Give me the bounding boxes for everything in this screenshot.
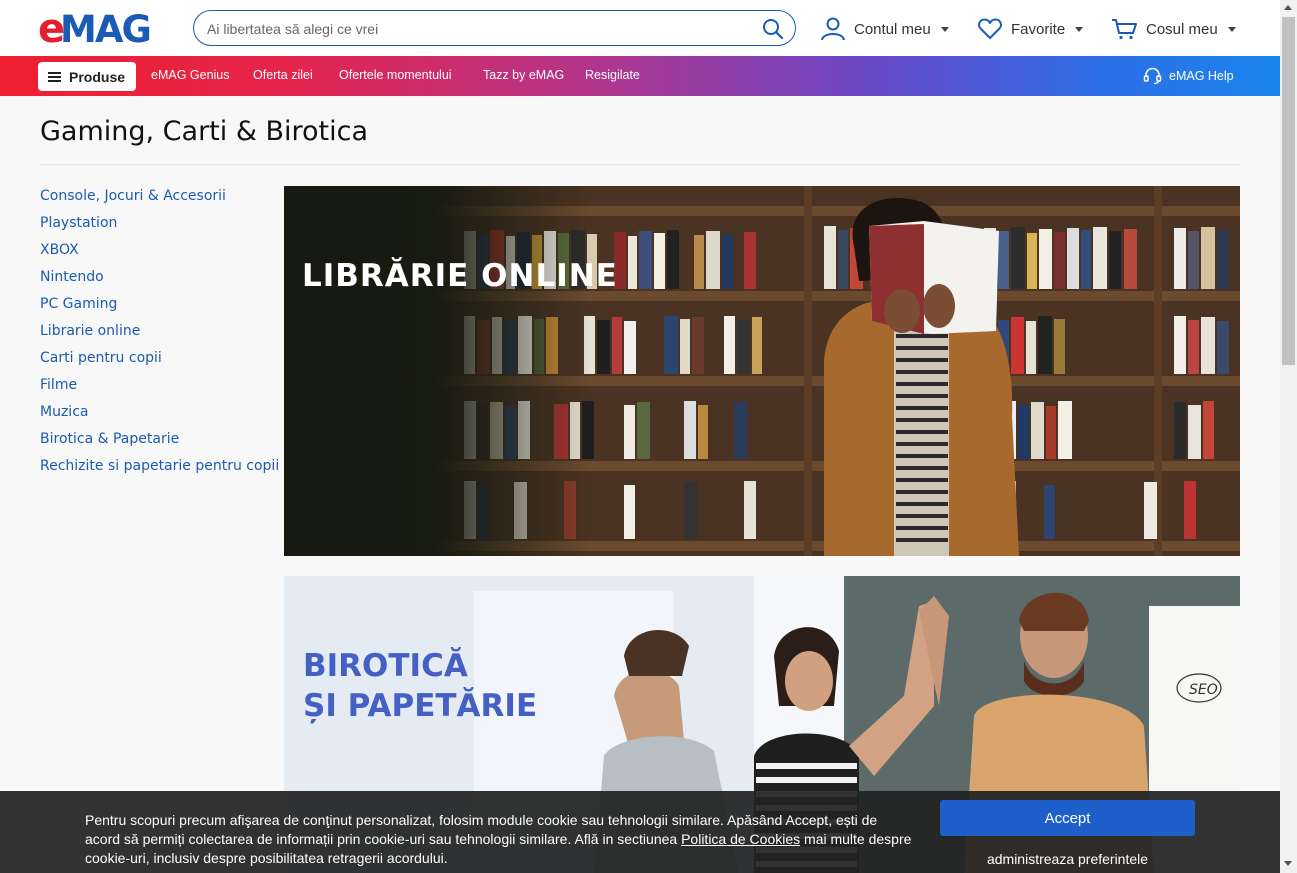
heart-icon	[978, 18, 1002, 39]
category-sidebar: Console, Jocuri & Accesorii Playstation …	[40, 186, 279, 483]
sidebar-item-carti-copii[interactable]: Carti pentru copii	[40, 348, 279, 375]
emag-logo[interactable]: e MAG	[38, 8, 174, 48]
sidebar-item-librarie-online[interactable]: Librarie online	[40, 321, 279, 348]
search-input[interactable]	[207, 19, 747, 39]
svg-text:SEO: SEO	[1189, 682, 1218, 698]
nav-link-oferta-zilei[interactable]: Oferta zilei	[253, 68, 313, 82]
cart-label: Cosul meu	[1146, 20, 1218, 38]
sidebar-item-rechizite[interactable]: Rechizite si papetarie pentru copii	[40, 456, 279, 483]
cookie-consent-banner: Pentru scopuri precum afişarea de conţin…	[0, 791, 1280, 873]
site-header: e MAG Contul meu Favorite Cosul meu	[0, 0, 1280, 56]
search-icon[interactable]	[761, 17, 785, 41]
office-banner-title-line2: ȘI PAPETĂRIE	[303, 688, 538, 724]
sidebar-item-pc-gaming[interactable]: PC Gaming	[40, 294, 279, 321]
cart-menu[interactable]: Cosul meu	[1111, 14, 1236, 44]
scroll-up-arrow-icon[interactable]	[1284, 5, 1292, 10]
bookshelf-photo	[284, 186, 1240, 556]
cart-icon	[1112, 19, 1137, 40]
favorites-menu[interactable]: Favorite	[977, 14, 1084, 44]
products-menu-button[interactable]: Produse	[38, 62, 136, 91]
user-icon	[821, 17, 845, 41]
scrollbar-thumb[interactable]	[1282, 17, 1295, 365]
headset-icon	[1143, 67, 1162, 85]
scroll-down-arrow-icon[interactable]	[1284, 861, 1292, 866]
nav-link-emag-genius[interactable]: eMAG Genius	[151, 68, 230, 82]
library-banner-title: LIBRĂRIE ONLINE	[302, 258, 618, 294]
help-label: eMAG Help	[1169, 68, 1234, 83]
products-label: Produse	[69, 68, 126, 85]
nav-link-tazz[interactable]: Tazz by eMAG	[483, 68, 564, 82]
chevron-down-icon	[1227, 26, 1236, 32]
help-link[interactable]: eMAG Help	[1143, 66, 1234, 85]
title-divider	[40, 164, 1240, 165]
search-bar	[193, 10, 796, 46]
manage-preferences-link[interactable]: administreaza preferintele	[940, 851, 1195, 867]
nav-link-ofertele-momentului[interactable]: Ofertele momentului	[339, 68, 452, 82]
nav-link-resigilate[interactable]: Resigilate	[585, 68, 640, 82]
chevron-down-icon	[1075, 26, 1084, 32]
page-title: Gaming, Carti & Birotica	[40, 116, 369, 147]
chevron-down-icon	[940, 26, 949, 32]
page-scrollbar[interactable]	[1280, 0, 1297, 873]
account-label: Contul meu	[854, 20, 931, 38]
sidebar-item-playstation[interactable]: Playstation	[40, 213, 279, 240]
library-banner[interactable]: LIBRĂRIE ONLINE	[284, 186, 1240, 556]
main-navbar: Produse eMAG Genius Oferta zilei Ofertel…	[0, 56, 1280, 96]
office-banner-title: BIROTICĂ ȘI PAPETĂRIE	[303, 646, 537, 726]
favorites-label: Favorite	[1011, 20, 1066, 38]
accept-cookies-button[interactable]: Accept	[940, 800, 1195, 836]
sidebar-item-birotica[interactable]: Birotica & Papetarie	[40, 429, 279, 456]
cookie-policy-link[interactable]: Politica de Cookies	[681, 831, 800, 847]
sidebar-item-nintendo[interactable]: Nintendo	[40, 267, 279, 294]
office-banner-title-line1: BIROTICĂ	[303, 648, 468, 684]
sidebar-item-xbox[interactable]: XBOX	[40, 240, 279, 267]
svg-text:MAG: MAG	[60, 8, 150, 48]
sidebar-item-filme[interactable]: Filme	[40, 375, 279, 402]
hamburger-icon	[48, 71, 61, 82]
sidebar-item-muzica[interactable]: Muzica	[40, 402, 279, 429]
sidebar-item-console[interactable]: Console, Jocuri & Accesorii	[40, 186, 279, 213]
cookie-message: Pentru scopuri precum afişarea de conţin…	[85, 811, 915, 868]
account-menu[interactable]: Contul meu	[820, 14, 949, 44]
